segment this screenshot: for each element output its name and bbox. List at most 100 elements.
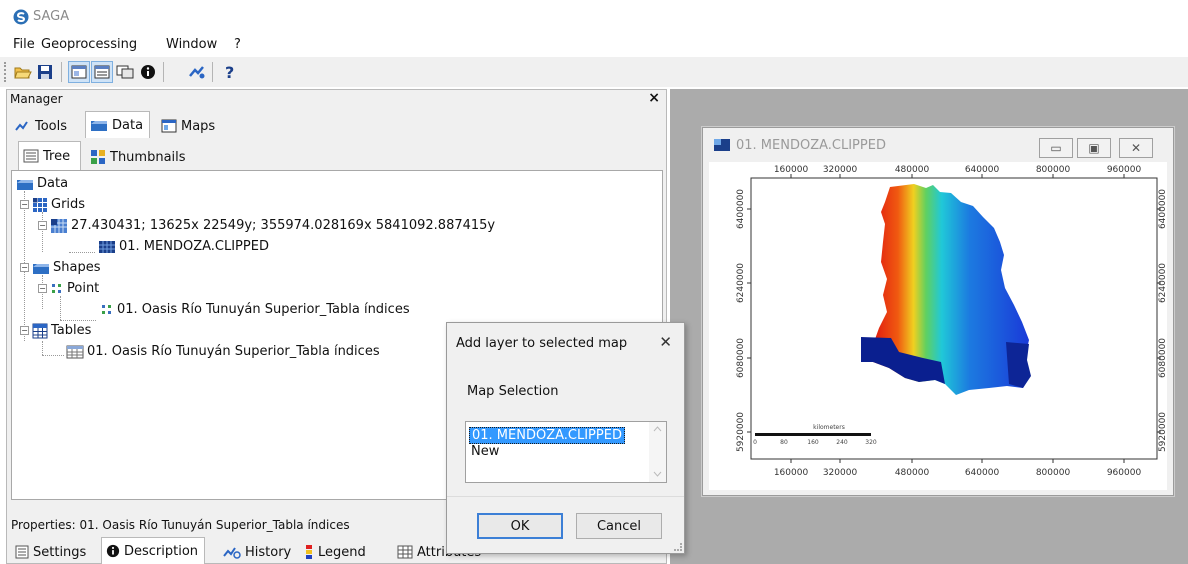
svg-text:800000: 800000 [1036,468,1071,478]
list-item-new[interactable]: New [469,444,501,459]
close-button[interactable]: ✕ [1119,138,1153,158]
scroll-up-icon [653,426,662,432]
map-selection-listbox[interactable]: 01. MENDOZA.CLIPPED New [465,421,667,483]
open-icon [14,67,32,79]
maximize-button[interactable]: ▣ [1077,138,1111,158]
open-button[interactable] [12,61,34,83]
tree-node-shape-item[interactable]: 01. Oasis Río Tunuyán Superior_Tabla índ… [100,299,410,320]
menu-file[interactable]: File [13,37,35,52]
tab-history[interactable]: History [219,540,297,564]
collapse-icon[interactable]: − [20,263,29,272]
ok-button[interactable]: OK [477,513,563,539]
dialog-close-button[interactable]: ✕ [659,333,672,351]
app-titlebar: SAGA [0,0,1188,34]
tree-node-table-item[interactable]: 01. Oasis Río Tunuyán Superior_Tabla índ… [66,341,380,362]
properties-label: Properties: 01. Oasis Río Tunuyán Superi… [11,518,350,532]
tab-description-label: Description [124,543,199,559]
toolbar: ? [0,57,1188,87]
menu-help[interactable]: ? [234,37,241,52]
tree-node-tables-label: Tables [51,323,92,338]
svg-text:960000: 960000 [1107,165,1142,175]
map-canvas[interactable]: 160000 320000 480000 640000 800000 96000… [709,162,1168,490]
svg-text:5920000: 5920000 [736,412,746,452]
tab-description[interactable]: Description [101,537,206,564]
grid-layer-icon [99,240,115,253]
svg-text:640000: 640000 [965,468,1000,478]
help-icon: ? [225,63,234,81]
svg-text:320000: 320000 [823,165,858,175]
tab-legend[interactable]: Legend [300,540,372,564]
svg-text:480000: 480000 [895,468,930,478]
x-tick-labels-bottom: 160000 320000 480000 640000 800000 96000… [774,468,1142,478]
grid-system-icon [51,218,67,233]
menu-window[interactable]: Window [166,37,217,52]
tree-node-grid-item-label: 01. MENDOZA.CLIPPED [119,239,269,254]
svg-text:240: 240 [836,439,848,446]
tree-node-grid-item[interactable]: 01. MENDOZA.CLIPPED [98,236,269,257]
map-svg: 160000 320000 480000 640000 800000 96000… [736,165,1168,478]
tab-history-label: History [245,544,292,560]
add-layer-dialog: Add layer to selected map ✕ Map Selectio… [446,322,685,554]
menu-geoprocessing[interactable]: Geoprocessing [41,37,137,52]
map-window[interactable]: 01. MENDOZA.CLIPPED ▭ ▣ ✕ 160000 320000 … [702,127,1174,496]
tab-settings[interactable]: Settings [11,540,92,564]
collapse-icon[interactable]: − [20,326,29,335]
tab-maps-label: Maps [181,118,216,134]
tools-button[interactable] [186,61,208,83]
svg-text:5920000: 5920000 [1158,412,1167,452]
manager-close-button[interactable]: × [648,90,660,106]
collapse-icon[interactable]: − [20,200,29,209]
tree-node-shapes-label: Shapes [53,260,101,275]
saga-logo-icon [13,9,29,25]
toolbar-separator [61,62,62,82]
save-button[interactable] [34,61,56,83]
maximize-icon: ▣ [1088,141,1100,155]
svg-text:480000: 480000 [895,165,930,175]
tree-node-grids[interactable]: − Grids [20,194,85,215]
dialog-title: Add layer to selected map [456,336,628,351]
data-view-button[interactable] [91,61,113,83]
tab-data[interactable]: Data [85,111,151,138]
list-item-mendoza[interactable]: 01. MENDOZA.CLIPPED [469,427,625,444]
help-button[interactable]: ? [219,61,241,83]
svg-text:6240000: 6240000 [1158,263,1167,303]
info-button[interactable] [137,61,159,83]
data-folder-icon [91,121,107,131]
tab-tools[interactable]: Tools [11,114,73,138]
resize-grip[interactable] [674,543,682,551]
tree-node-tables[interactable]: − Tables [20,320,91,341]
toolbar-separator [163,62,164,82]
subtab-tree-label: Tree [43,148,71,164]
minimize-button[interactable]: ▭ [1039,138,1073,158]
tree-connector [42,355,64,356]
subtab-thumbnails-label: Thumbnails [110,149,186,165]
subtab-tree[interactable]: Tree [18,141,82,170]
cancel-button[interactable]: Cancel [576,513,662,539]
svg-text:?: ? [225,63,234,81]
tree-node-shape-item-label: 01. Oasis Río Tunuyán Superior_Tabla índ… [117,302,410,317]
tree-node-grid-system[interactable]: − 27.430431; 13625x 22549y; 355974.02816… [38,215,495,236]
tree-node-grids-label: Grids [51,197,86,212]
tree-node-shapes[interactable]: − Shapes [20,257,100,278]
svg-text:0: 0 [753,439,757,446]
tree-connector [60,296,61,320]
toolbar-grip[interactable] [4,62,7,82]
app-title: SAGA [33,9,70,24]
shapes-folder-icon [33,263,49,274]
tree-node-data[interactable]: Data [16,173,68,194]
svg-text:320: 320 [865,439,877,446]
table-view-button[interactable] [114,61,136,83]
x-tick-labels-top: 160000 320000 480000 640000 800000 96000… [774,165,1142,175]
y-tick-labels-right: 6400000 6240000 6080000 5920000 [1158,189,1168,452]
workspace-button[interactable] [68,61,90,83]
svg-text:800000: 800000 [1036,165,1071,175]
dialog-separator [447,496,684,497]
listbox-scrollbar[interactable] [649,422,666,482]
collapse-icon[interactable]: − [38,221,47,230]
tree-node-point[interactable]: − Point [38,278,99,299]
point-layer-icon [102,304,111,314]
subtab-thumbnails[interactable]: Thumbnails [86,145,192,169]
collapse-icon[interactable]: − [38,284,47,293]
svg-text:6400000: 6400000 [736,189,746,229]
tab-maps[interactable]: Maps [157,114,221,138]
